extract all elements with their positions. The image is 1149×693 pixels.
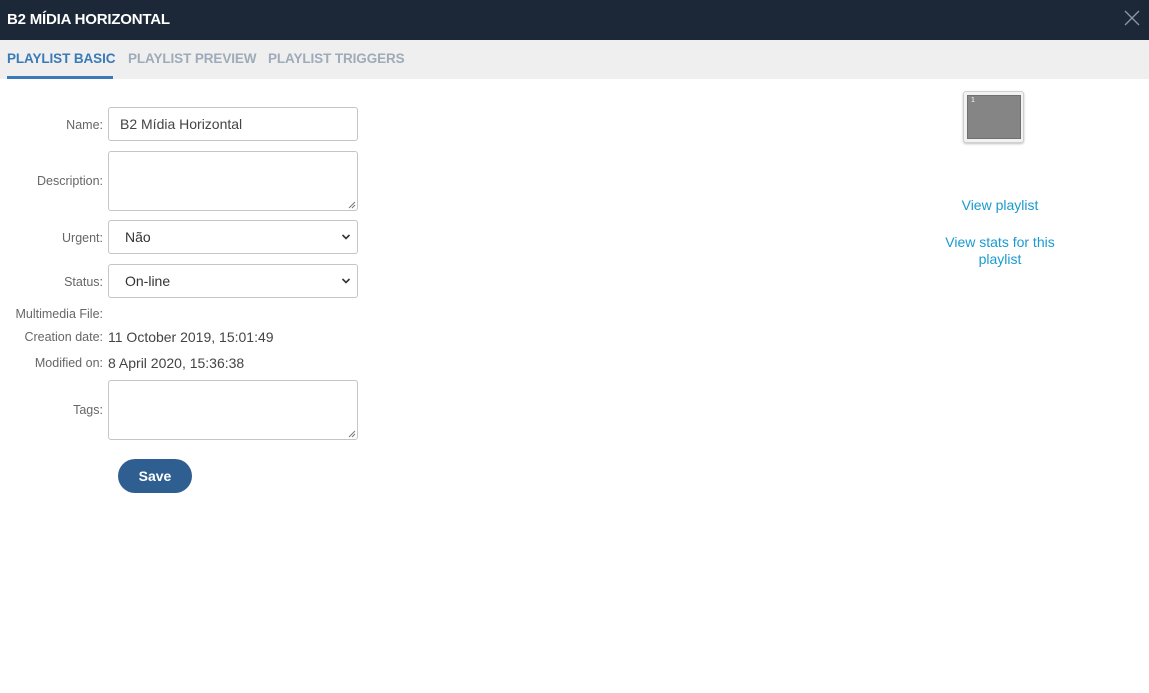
playlist-layout-thumbnail[interactable]: 1 xyxy=(963,91,1024,143)
tags-textarea[interactable] xyxy=(108,380,358,440)
tab-bar: PLAYLIST BASIC PLAYLIST PREVIEW PLAYLIST… xyxy=(0,40,1149,79)
tab-playlist-triggers[interactable]: PLAYLIST TRIGGERS xyxy=(268,51,405,66)
window-title: B2 MÍDIA HORIZONTAL xyxy=(7,11,170,28)
urgent-label: Urgent: xyxy=(62,231,103,245)
layout-zone: 1 xyxy=(967,95,1021,139)
tab-playlist-basic[interactable]: PLAYLIST BASIC xyxy=(7,51,115,66)
tags-resize-handle-icon[interactable] xyxy=(348,430,356,438)
status-select[interactable]: On-line xyxy=(108,264,358,298)
title-bar: B2 MÍDIA HORIZONTAL xyxy=(0,0,1149,40)
modified-on-value: 8 April 2020, 15:36:38 xyxy=(108,355,245,371)
tags-label: Tags: xyxy=(73,403,103,417)
tab-playlist-preview[interactable]: PLAYLIST PREVIEW xyxy=(128,51,257,66)
multimedia-file-label: Multimedia File: xyxy=(15,307,103,321)
active-tab-indicator xyxy=(7,76,113,79)
name-input[interactable]: B2 Mídia Horizontal xyxy=(108,107,358,141)
description-textarea[interactable] xyxy=(108,151,358,211)
view-playlist-link[interactable]: View playlist xyxy=(940,197,1060,213)
view-stats-link[interactable]: View stats for this playlist xyxy=(940,234,1060,268)
close-icon[interactable] xyxy=(1124,10,1140,26)
description-label: Description: xyxy=(37,174,103,188)
name-label: Name: xyxy=(66,118,103,132)
urgent-selected-value: Não xyxy=(125,229,151,245)
status-label: Status: xyxy=(64,275,103,289)
urgent-select[interactable]: Não xyxy=(108,220,358,254)
description-resize-handle-icon[interactable] xyxy=(348,201,356,209)
creation-date-value: 11 October 2019, 15:01:49 xyxy=(108,329,274,345)
status-selected-value: On-line xyxy=(125,273,171,289)
zone-number: 1 xyxy=(971,97,975,104)
modified-on-label: Modified on: xyxy=(34,356,103,370)
save-button[interactable]: Save xyxy=(118,459,192,493)
chevron-down-icon xyxy=(341,234,351,240)
chevron-down-icon xyxy=(341,278,351,284)
creation-date-label: Creation date: xyxy=(24,330,103,344)
